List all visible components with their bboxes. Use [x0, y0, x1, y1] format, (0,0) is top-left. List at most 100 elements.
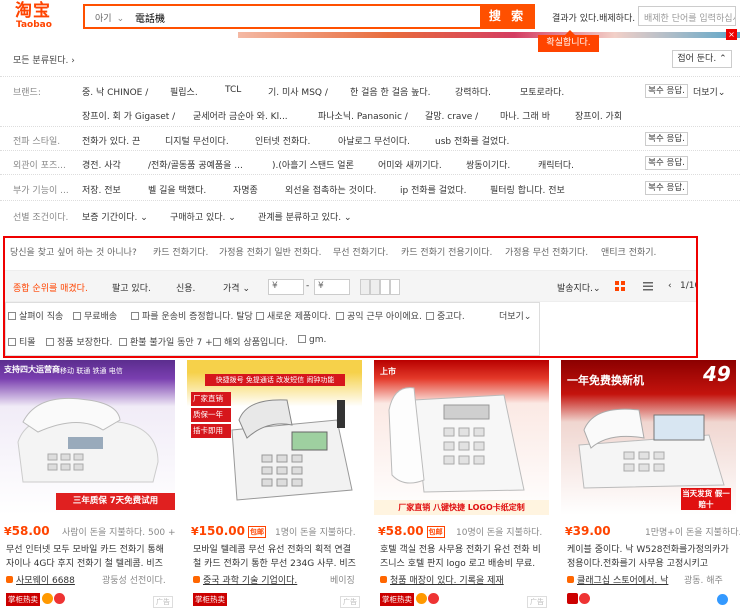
brand-option[interactable]: 갈망. crave /	[425, 109, 478, 122]
condition-dropdown[interactable]: 구매하고 있다. ⌄	[170, 210, 236, 223]
phone-style-option[interactable]: 인터넷 전화다.	[255, 134, 310, 147]
checkbox-option[interactable]: 티몰	[8, 335, 36, 348]
search-button[interactable]: 搜 索	[480, 4, 535, 29]
feature-option[interactable]: 필터링 합니다. 전보	[490, 183, 565, 196]
product-card[interactable]: 一年免费换新机 49 当天发货 假一赔十 ¥39.00 1만명+이 돈을 지불하…	[561, 360, 740, 612]
feature-option[interactable]: ip 전화를 걸었다.	[400, 183, 466, 196]
related-item[interactable]: 무선 전화기다.	[333, 245, 388, 258]
search-input[interactable]: 電話機	[135, 10, 165, 25]
close-icon[interactable]: ×	[726, 29, 737, 40]
checkbox-option[interactable]: 무료배송	[73, 309, 117, 322]
brand-option[interactable]: 파나소닉. Panasonic /	[318, 109, 408, 122]
phone-style-option[interactable]: 전화가 있다. 끈	[82, 134, 140, 147]
grid-view-icon-glyph	[615, 281, 625, 291]
taobao-logo[interactable]: 淘宝 Taobao	[15, 2, 55, 32]
more-checks-button[interactable]: 더보기⌄	[499, 309, 531, 322]
checkbox-option[interactable]: gm.	[298, 335, 326, 345]
breadcrumb[interactable]: 모든 분류된다. ›	[13, 53, 75, 66]
brand-option[interactable]: 한 걸음 한 걸음 높다.	[350, 85, 431, 98]
product-image[interactable]: 支持四大运营商 移动 联通 铁通 电信 三年质保 7天免费试用	[0, 360, 175, 515]
feature-option[interactable]: 자명종	[233, 183, 258, 196]
ship-from-dropdown[interactable]: 발송지다.⌄	[557, 281, 601, 294]
feature-option[interactable]: 벨 길을 택했다.	[148, 183, 206, 196]
brand-option[interactable]: 기. 미사 MSQ /	[268, 85, 328, 98]
brand-option[interactable]: 중. 낙 CHINOE /	[82, 85, 148, 98]
checkbox-option[interactable]: 중고다.	[426, 309, 465, 322]
search-scope-select[interactable]: 아기 ⌄	[95, 11, 124, 24]
brand-option[interactable]: 강력하다.	[455, 85, 491, 98]
confirm-tooltip[interactable]: 확실합니다.	[538, 30, 599, 52]
related-item[interactable]: 가정용 전화기 일반 전화다.	[219, 245, 322, 258]
sort-tab-overall[interactable]: 종합 순위를 매겼다.	[13, 281, 88, 294]
related-item[interactable]: 앤티크 전화기.	[601, 245, 656, 258]
related-item[interactable]: 카드 전화기다.	[153, 245, 208, 258]
list-view-icon[interactable]	[643, 281, 653, 291]
multi-select-button[interactable]: 복수 응답.	[645, 132, 688, 146]
price-range-segment[interactable]	[360, 279, 370, 295]
appearance-option[interactable]: 쌍동이기다.	[466, 158, 510, 171]
shop-name: 청품 매장이 있다. 기록을 제재	[390, 576, 504, 586]
product-title[interactable]: 케이블 중이다. 낙 W528전화를가정의카가정용이다.전화를기 사무용 고정시…	[567, 543, 732, 571]
related-item[interactable]: 가정용 무선 전화기다.	[505, 245, 588, 258]
service-icon[interactable]	[717, 594, 728, 605]
checkbox-option[interactable]: 공익 근무 아이에요.	[336, 309, 422, 322]
product-card[interactable]: 快捷拨号 免提通话 改发短信 闹钟功能 厂家直销 质保一年 插卡即用 ¥150.…	[187, 360, 362, 612]
price-range-segment[interactable]	[390, 279, 400, 295]
price-max-input[interactable]: ¥	[314, 279, 350, 295]
price-range-segment[interactable]	[370, 279, 380, 295]
brand-option[interactable]: 필립스.	[170, 85, 198, 98]
product-card[interactable]: 支持四大运营商 移动 联通 铁通 电信 三年质保 7天免费试用 ¥58.00 사…	[0, 360, 176, 612]
appearance-option[interactable]: ).(아흘기 스탠드 얼론	[272, 158, 354, 171]
brand-option[interactable]: TCL	[225, 85, 241, 95]
product-image[interactable]: 一年免费换新机 49 当天发货 假一赔十	[561, 360, 736, 515]
phone-style-option[interactable]: 아날로그 무선이다.	[338, 134, 410, 147]
shop-link[interactable]: 중국 과학 기술 기업이다.	[193, 573, 297, 586]
brand-option[interactable]: 장프이. 회 가 Gigaset /	[82, 109, 175, 122]
price-range-segment[interactable]	[380, 279, 390, 295]
sort-tab-credit[interactable]: 신용.	[176, 281, 195, 294]
price-min-input[interactable]: ¥	[268, 279, 304, 295]
collapse-button[interactable]: 접어 둔다. ⌃	[672, 50, 732, 68]
appearance-option[interactable]: 캐릭터다.	[538, 158, 574, 171]
checkbox-option[interactable]: 파를 운송비 증정합니다. 탈당	[131, 309, 253, 322]
related-item[interactable]: 카드 전화기 전용기이다.	[401, 245, 492, 258]
product-title[interactable]: 호텔 객실 전용 사무용 전화기 유선 전화 비즈니스 호텔 판지 logo 로…	[380, 543, 545, 571]
brand-option[interactable]: 마나. 그래 바	[500, 109, 550, 122]
checkbox-option[interactable]: 해외 상품입니다.	[213, 335, 288, 348]
prev-page-button[interactable]: ‹	[668, 281, 672, 291]
feature-option[interactable]: 외선을 접촉하는 것이다.	[285, 183, 376, 196]
product-card[interactable]: 上市 厂家直销 八键快捷 LOGO卡纸定制 ¥58.00 包邮 10명이 돈을 지…	[374, 360, 549, 612]
appearance-option[interactable]: /전화/골동품 공예품을 ...	[148, 158, 243, 171]
checkbox-option[interactable]: 환불 불가일 동안 7 +	[119, 335, 213, 348]
grid-view-icon[interactable]	[615, 281, 625, 291]
exclude-input[interactable]: 배제한 단어를 입력하십시오	[638, 6, 736, 26]
multi-select-button[interactable]: 복수 응답.	[645, 84, 688, 98]
feature-option[interactable]: 저장. 전보	[82, 183, 121, 196]
checkbox-option[interactable]: 정품 보장한다.	[46, 335, 112, 348]
checkbox-option[interactable]: 살펴이 직송	[8, 309, 63, 322]
condition-label: 관계를 분류하고 있다.	[258, 213, 342, 223]
multi-select-button[interactable]: 복수 응답.	[645, 156, 688, 170]
search-box[interactable]: 아기 ⌄ 電話機	[83, 4, 480, 29]
shop-link[interactable]: 클래그십 스토어에서. 낙	[567, 573, 668, 586]
appearance-option[interactable]: 경전. 사각	[82, 158, 121, 171]
brand-option[interactable]: 장프이. 가회	[575, 109, 622, 122]
condition-dropdown[interactable]: 관계를 분류하고 있다. ⌄	[258, 210, 352, 223]
sort-tab-price[interactable]: 가격 ⌄	[223, 281, 250, 294]
checkbox-option[interactable]: 새로운 제품이다.	[256, 309, 331, 322]
brand-option[interactable]: 모토로라다.	[520, 85, 564, 98]
brand-option[interactable]: 굳세어라 금순아 와. Kl...	[193, 109, 288, 122]
appearance-option[interactable]: 어미와 새끼기다.	[378, 158, 442, 171]
more-button[interactable]: 더보기⌄	[693, 85, 725, 98]
shop-link[interactable]: 청품 매장이 있다. 기록을 제재	[380, 573, 504, 586]
condition-dropdown[interactable]: 보증 기간이다. ⌄	[82, 210, 148, 223]
product-image[interactable]: 上市 厂家直销 八键快捷 LOGO卡纸定制	[374, 360, 549, 515]
phone-style-option[interactable]: usb 전화를 걸었다.	[435, 134, 509, 147]
product-image[interactable]: 快捷拨号 免提通话 改发短信 闹钟功能 厂家直销 质保一年 插卡即用	[187, 360, 362, 515]
sort-tab-sales[interactable]: 팔고 있다.	[112, 281, 151, 294]
phone-style-option[interactable]: 디지털 무선이다.	[165, 134, 229, 147]
product-title[interactable]: 모바일 텔레콤 무선 유선 전화의 획적 연결 철 카드 전화기 통한 무선 2…	[193, 543, 358, 571]
product-title[interactable]: 무선 인터넷 모두 모바일 카드 전화기 통해 자이나 4G다 후지 전화기 철…	[6, 543, 171, 571]
multi-select-button[interactable]: 복수 응답.	[645, 181, 688, 195]
shop-link[interactable]: 사모웨이 6688	[6, 573, 75, 586]
